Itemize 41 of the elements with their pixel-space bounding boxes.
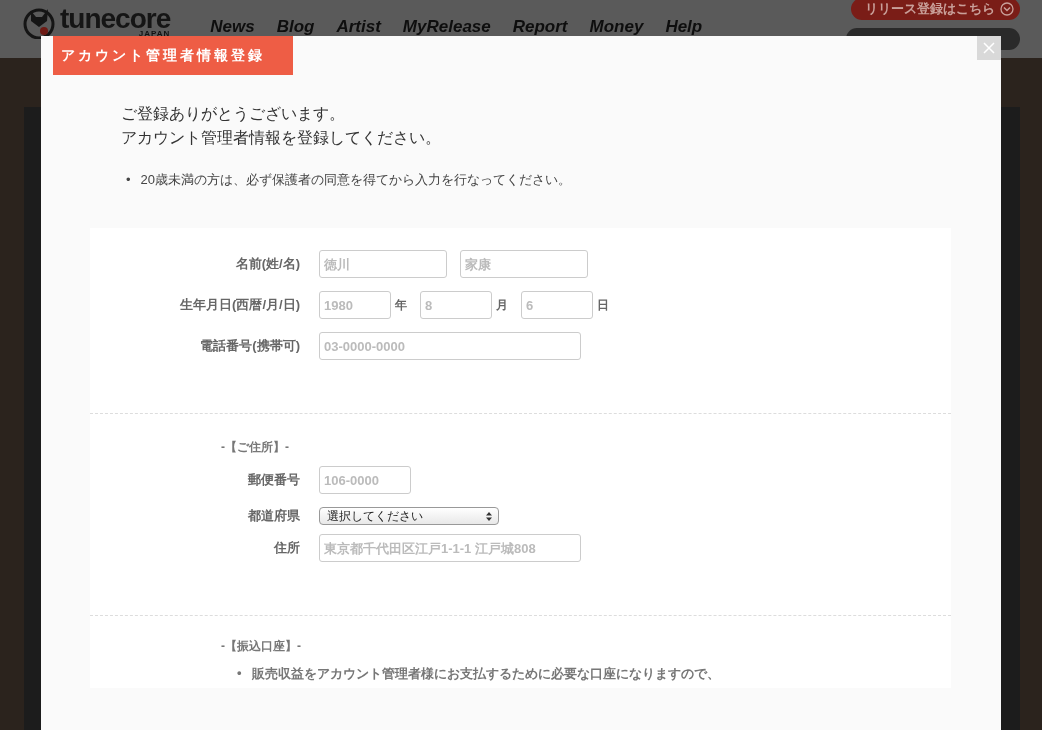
intro-text: ご登録ありがとうございます。: [121, 104, 346, 124]
unit-label: 日: [597, 296, 609, 314]
updown-arrows-icon: [486, 511, 492, 521]
field-label: 住所: [272, 539, 300, 557]
nav-link[interactable]: Artist: [336, 18, 381, 36]
input-field[interactable]: 03-0000-0000: [319, 332, 581, 360]
nav-link[interactable]: Report: [512, 18, 568, 36]
input-field[interactable]: 東京都千代田区江戸1-1-1 江戸城808: [319, 534, 581, 562]
logo-subtitle: JAPAN: [137, 30, 171, 38]
unit-label: 年: [395, 296, 407, 314]
prefecture-select[interactable]: 選択してください: [319, 507, 499, 525]
field-label: 生年月日(西暦/月/日): [179, 296, 300, 314]
field-label: 都道府県: [247, 507, 300, 525]
input-field[interactable]: 1980: [319, 291, 391, 319]
intro-text: アカウント管理者情報を登録してください。: [121, 128, 442, 148]
bullet: •: [126, 171, 131, 189]
section-heading: -【ご住所】-: [221, 439, 290, 456]
nav-link[interactable]: Blog: [276, 18, 315, 36]
field-label: 郵便番号: [247, 471, 300, 489]
input-field[interactable]: 家康: [460, 250, 588, 278]
close-button[interactable]: [977, 36, 1001, 60]
logo-text: tunecore: [60, 6, 171, 32]
field-label: 名前(姓/名): [234, 255, 300, 273]
note-text: 販売収益をアカウント管理者様にお支払するために必要な口座になりますので、: [251, 665, 720, 683]
nav-link[interactable]: MyRelease: [402, 18, 491, 36]
nav-link[interactable]: News: [210, 18, 255, 36]
note-text: 20歳未満の方は、必ず保護者の同意を得てから入力を行なってください。: [140, 171, 572, 189]
field-label: 電話番号(携帯可): [199, 337, 300, 355]
dialog-title: アカウント管理者情報登録: [53, 36, 293, 75]
nav-link[interactable]: Money: [589, 18, 644, 36]
input-field[interactable]: 6: [521, 291, 593, 319]
nav-link[interactable]: Help: [665, 18, 703, 36]
input-field[interactable]: 8: [420, 291, 492, 319]
bullet: •: [237, 665, 242, 682]
close-icon: [983, 42, 995, 54]
release-button[interactable]: リリース登録はこちら: [851, 0, 1020, 20]
chevron-down-icon: [1000, 2, 1014, 16]
input-field[interactable]: 徳川: [319, 250, 447, 278]
unit-label: 月: [496, 296, 508, 314]
section-heading: -【振込口座】-: [221, 638, 302, 655]
input-field[interactable]: 106-0000: [319, 466, 411, 494]
